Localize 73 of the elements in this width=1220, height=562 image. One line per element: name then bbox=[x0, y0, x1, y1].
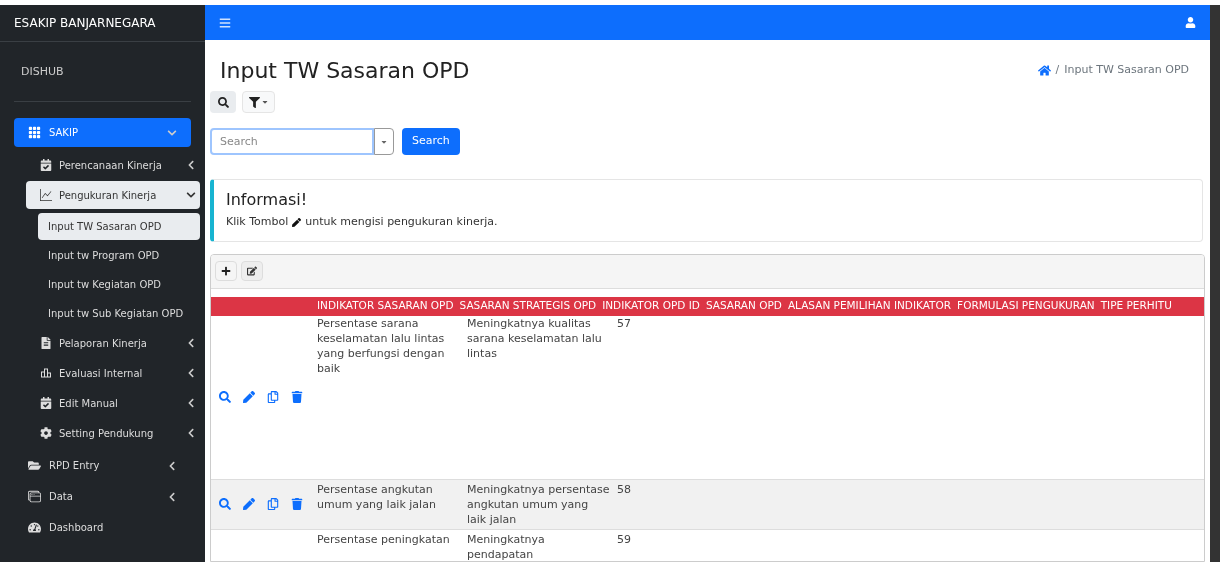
column-header: SASARAN STRATEGIS OPD bbox=[459, 298, 598, 314]
pencil-icon bbox=[292, 217, 302, 227]
scrollbar[interactable] bbox=[1210, 5, 1220, 562]
column-header: ALASAN PEMILIHAN INDIKATOR bbox=[787, 298, 953, 314]
filter-button[interactable] bbox=[242, 91, 275, 113]
sidebar-item[interactable]: Pelaporan Kinerja bbox=[26, 329, 200, 357]
breadcrumb-separator: / bbox=[1055, 62, 1060, 78]
plus-icon bbox=[221, 266, 231, 276]
sidebar-item[interactable]: Perencanaan Kinerja bbox=[26, 151, 200, 179]
column-header: FORMULASI PENGUKURAN bbox=[957, 298, 1096, 314]
info-text: Klik Tombol bbox=[226, 214, 289, 230]
sidebar-item[interactable]: Input tw Sub Kegiatan OPD bbox=[38, 300, 200, 327]
home-icon[interactable] bbox=[1037, 63, 1051, 77]
document-icon bbox=[40, 337, 52, 349]
table-cell-text: Meningkatnya pendapatan bbox=[467, 531, 546, 561]
search-toggle-button[interactable] bbox=[210, 91, 236, 113]
table-cell-text: 58 bbox=[617, 481, 632, 497]
add-button[interactable] bbox=[215, 261, 237, 281]
dropdown-button[interactable] bbox=[374, 128, 394, 155]
calendar-icon bbox=[40, 159, 52, 171]
column-header: SASARAN OPD bbox=[705, 298, 783, 314]
sidebar-item[interactable]: SAKIP bbox=[14, 118, 191, 147]
sidebar-item[interactable]: Input tw Program OPD bbox=[38, 242, 200, 269]
copy-icon[interactable] bbox=[267, 391, 279, 403]
grid-icon bbox=[28, 126, 41, 139]
brand-title[interactable]: ESAKIP BANJARNEGARA bbox=[14, 14, 156, 32]
menu-icon[interactable] bbox=[219, 16, 231, 29]
search-field[interactable]: Search bbox=[210, 128, 374, 155]
calendar-icon bbox=[40, 397, 52, 409]
search-icon[interactable] bbox=[219, 391, 231, 403]
edit-button[interactable] bbox=[241, 261, 263, 281]
sidebar-item[interactable]: Edit Manual bbox=[26, 389, 200, 417]
sidebar-item[interactable]: RPD Entry bbox=[14, 451, 191, 480]
gauge-icon bbox=[28, 521, 41, 534]
caret-icon bbox=[260, 98, 269, 106]
chart-icon bbox=[40, 189, 52, 201]
page-title: Input TW Sasaran OPD bbox=[220, 57, 470, 85]
column-header: INDIKATOR OPD ID bbox=[602, 298, 701, 314]
filter-icon bbox=[248, 96, 260, 108]
chart-icon bbox=[40, 367, 52, 379]
search-button[interactable]: Search bbox=[402, 128, 460, 155]
table-cell-text: 57 bbox=[617, 315, 632, 331]
sidebar-item[interactable]: Dashboard bbox=[14, 513, 191, 542]
windows-icon bbox=[28, 490, 41, 503]
pencil-icon[interactable] bbox=[243, 498, 255, 510]
column-header: INDIKATOR SASARAN OPD bbox=[317, 298, 455, 314]
user-name: DISHUB bbox=[21, 64, 64, 81]
table-cell-text: Persentase sarana keselamatan lalu lintas yang berfungsi dengan baik bbox=[317, 315, 446, 376]
column-header: TIPE PERHITU bbox=[1100, 298, 1173, 314]
info-title: Informasi! bbox=[226, 190, 309, 210]
breadcrumb-item[interactable]: Input TW Sasaran OPD bbox=[1064, 62, 1189, 79]
table-cell-text: Persentase angkutan umum yang laik jalan bbox=[317, 481, 437, 512]
sidebar-item[interactable]: Input TW Sasaran OPD bbox=[38, 213, 200, 240]
sidebar-item[interactable]: Input tw Kegiatan OPD bbox=[38, 271, 200, 298]
search-icon bbox=[217, 96, 229, 108]
edit-icon bbox=[247, 266, 257, 276]
table-cell: Meningkatnya persentase angkutan umum yang laik jalan bbox=[467, 481, 610, 527]
info-text: untuk mengisi pengukuran kinerja. bbox=[305, 214, 498, 230]
trash-icon[interactable] bbox=[291, 391, 303, 403]
sidebar-item[interactable]: Setting Pendukung bbox=[26, 419, 200, 447]
table-cell-text: 59 bbox=[617, 531, 632, 547]
sidebar-item[interactable]: Data bbox=[14, 482, 191, 511]
folder-icon bbox=[28, 459, 41, 472]
gear-icon bbox=[40, 427, 52, 439]
table-cell-text: Persentase peningkatan bbox=[317, 531, 451, 547]
trash-icon[interactable] bbox=[291, 498, 303, 510]
search-icon[interactable] bbox=[219, 498, 231, 510]
user-icon[interactable] bbox=[1185, 17, 1196, 28]
sidebar-item[interactable]: Evaluasi Internal bbox=[26, 359, 200, 387]
pencil-icon[interactable] bbox=[243, 391, 255, 403]
sidebar-item[interactable]: Pengukuran Kinerja bbox=[26, 181, 200, 209]
copy-icon[interactable] bbox=[267, 498, 279, 510]
table-cell-text: Meningkatnya kualitas sarana keselamatan lalu lintas bbox=[467, 315, 603, 361]
